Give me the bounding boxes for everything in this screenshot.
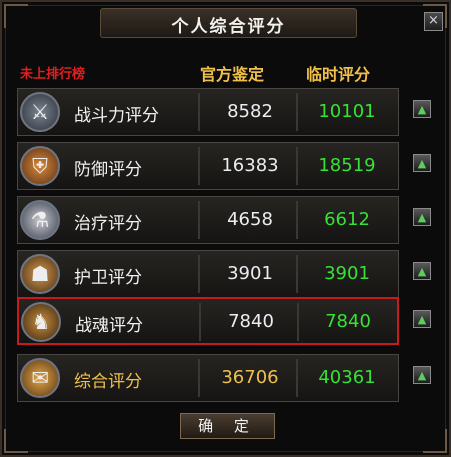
score-row-guard: ☗ 护卫评分 3901 3901 bbox=[17, 250, 399, 298]
frame-corner-top-left bbox=[4, 4, 28, 28]
score-row-healing: ⚗ 治疗评分 4658 6612 bbox=[17, 196, 399, 244]
official-value: 16383 bbox=[221, 155, 279, 176]
crossed-swords-icon: ⚔ bbox=[20, 92, 60, 132]
cell-divider bbox=[296, 93, 298, 131]
official-value: 3901 bbox=[227, 263, 273, 284]
temp-value: 3901 bbox=[324, 263, 370, 284]
title-bar: 个人综合评分 bbox=[100, 8, 357, 38]
temp-value: 40361 bbox=[318, 367, 376, 388]
score-window: 个人综合评分 × 未上排行榜 官方鉴定 临时评分 ⚔ 战斗力评分 8582 10… bbox=[0, 0, 451, 457]
cell-divider bbox=[296, 147, 298, 185]
frame-corner-bottom-left bbox=[4, 429, 28, 453]
window-title: 个人综合评分 bbox=[171, 17, 286, 37]
cell-divider bbox=[198, 147, 200, 185]
cell-divider bbox=[296, 255, 298, 293]
cell-divider bbox=[198, 359, 200, 397]
guard-icon: ☗ bbox=[20, 254, 60, 294]
up-arrow-icon[interactable]: ▲ bbox=[413, 208, 431, 226]
cell-divider bbox=[199, 303, 201, 341]
cell-divider bbox=[198, 201, 200, 239]
up-arrow-icon[interactable]: ▲ bbox=[413, 100, 431, 118]
scroll-icon: ✉ bbox=[20, 358, 60, 398]
official-value: 36706 bbox=[221, 367, 279, 388]
temp-value: 7840 bbox=[325, 311, 371, 332]
official-value: 7840 bbox=[228, 311, 274, 332]
official-score-header: 官方鉴定 bbox=[200, 65, 265, 84]
temp-score-header: 临时评分 bbox=[306, 65, 371, 84]
up-arrow-icon[interactable]: ▲ bbox=[413, 154, 431, 172]
frame-corner-bottom-right bbox=[423, 429, 447, 453]
official-value: 8582 bbox=[227, 101, 273, 122]
close-icon[interactable]: × bbox=[424, 12, 443, 31]
row-label: 护卫评分 bbox=[74, 268, 142, 288]
cell-divider bbox=[198, 255, 200, 293]
temp-value: 18519 bbox=[318, 155, 376, 176]
warrior-spirit-icon: ♞ bbox=[21, 302, 61, 342]
score-row-overall: ✉ 综合评分 36706 40361 bbox=[17, 354, 399, 402]
row-label: 综合评分 bbox=[74, 372, 142, 392]
cell-divider bbox=[198, 93, 200, 131]
rank-status: 未上排行榜 bbox=[20, 67, 86, 82]
confirm-button[interactable]: 确 定 bbox=[180, 413, 275, 439]
potion-icon: ⚗ bbox=[20, 200, 60, 240]
cell-divider bbox=[297, 303, 299, 341]
score-row-warrior-spirit: ♞ 战魂评分 7840 7840 bbox=[17, 297, 399, 345]
row-label: 防御评分 bbox=[74, 160, 142, 180]
row-label: 战斗力评分 bbox=[74, 106, 159, 126]
up-arrow-icon[interactable]: ▲ bbox=[413, 366, 431, 384]
temp-value: 6612 bbox=[324, 209, 370, 230]
row-label: 战魂评分 bbox=[75, 316, 143, 336]
official-value: 4658 bbox=[227, 209, 273, 230]
shield-icon: ⛨ bbox=[20, 146, 60, 186]
temp-value: 10101 bbox=[318, 101, 376, 122]
row-label: 治疗评分 bbox=[74, 214, 142, 234]
score-row-defense: ⛨ 防御评分 16383 18519 bbox=[17, 142, 399, 190]
up-arrow-icon[interactable]: ▲ bbox=[413, 262, 431, 280]
up-arrow-icon[interactable]: ▲ bbox=[413, 310, 431, 328]
score-row-combat: ⚔ 战斗力评分 8582 10101 bbox=[17, 88, 399, 136]
cell-divider bbox=[296, 359, 298, 397]
cell-divider bbox=[296, 201, 298, 239]
